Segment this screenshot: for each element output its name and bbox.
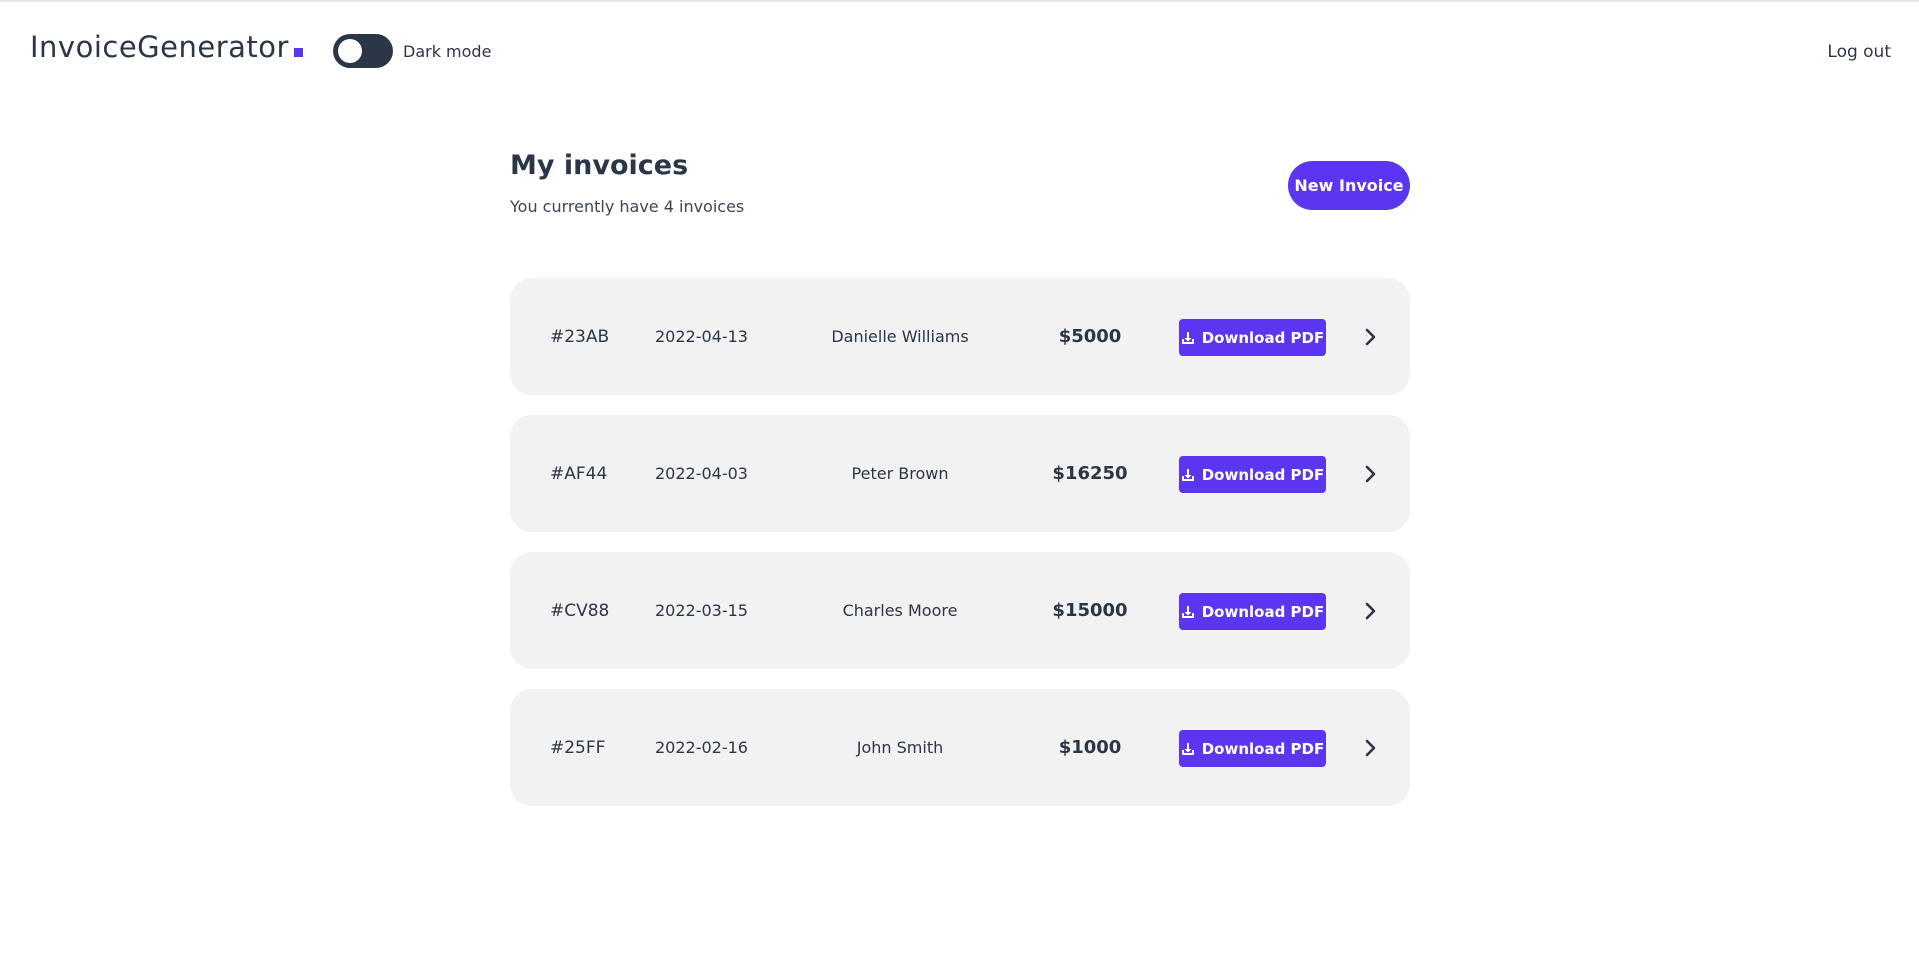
invoice-id: #25FF — [550, 737, 606, 758]
download-icon — [1181, 605, 1195, 619]
invoice-date: 2022-03-15 — [655, 601, 748, 620]
page-title: My invoices — [510, 150, 689, 181]
invoice-amount: $16250 — [1052, 463, 1128, 484]
invoice-id: #AF44 — [550, 463, 608, 484]
invoice-id: #23AB — [550, 326, 610, 347]
invoice-row[interactable]: #AF44 2022-04-03 Peter Brown $16250 Down… — [510, 415, 1410, 532]
download-label: Download PDF — [1201, 602, 1325, 621]
download-pdf-button[interactable]: Download PDF — [1179, 319, 1326, 356]
main-content: My invoices You currently have 4 invoice… — [510, 150, 1410, 806]
invoice-row[interactable]: #23AB 2022-04-13 Danielle Williams $5000… — [510, 278, 1410, 395]
invoice-row[interactable]: #CV88 2022-03-15 Charles Moore $15000 Do… — [510, 552, 1410, 669]
logo[interactable]: InvoiceGenerator — [30, 30, 303, 64]
download-icon — [1181, 468, 1195, 482]
new-invoice-button[interactable]: New Invoice — [1288, 161, 1410, 210]
invoice-id: #CV88 — [550, 600, 610, 621]
dark-mode-toggle[interactable] — [333, 34, 393, 68]
invoice-amount: $1000 — [1058, 737, 1122, 758]
invoice-client: Peter Brown — [851, 464, 949, 483]
download-label: Download PDF — [1201, 465, 1325, 484]
chevron-right-icon[interactable] — [1356, 733, 1386, 763]
invoice-list: #23AB 2022-04-13 Danielle Williams $5000… — [510, 278, 1410, 826]
invoice-client: Charles Moore — [842, 601, 958, 620]
chevron-right-icon[interactable] — [1356, 459, 1386, 489]
invoice-client: Danielle Williams — [831, 327, 969, 346]
logo-text: InvoiceGenerator — [30, 30, 289, 64]
invoice-client: John Smith — [856, 738, 944, 757]
download-pdf-button[interactable]: Download PDF — [1179, 593, 1326, 630]
invoice-date: 2022-04-13 — [655, 327, 748, 346]
download-icon — [1181, 742, 1195, 756]
invoice-date: 2022-04-03 — [655, 464, 748, 483]
header: InvoiceGenerator Dark mode Log out — [0, 2, 1919, 98]
invoice-date: 2022-02-16 — [655, 738, 748, 757]
invoice-amount: $15000 — [1052, 600, 1128, 621]
download-label: Download PDF — [1201, 328, 1325, 347]
invoice-amount: $5000 — [1058, 326, 1122, 347]
dark-mode-label: Dark mode — [403, 42, 492, 61]
download-icon — [1181, 331, 1195, 345]
logo-dot — [293, 48, 303, 57]
invoice-row[interactable]: #25FF 2022-02-16 John Smith $1000 Downlo… — [510, 689, 1410, 806]
logout-link[interactable]: Log out — [1827, 42, 1891, 62]
download-pdf-button[interactable]: Download PDF — [1179, 456, 1326, 493]
download-label: Download PDF — [1201, 739, 1325, 758]
invoice-count-subtitle: You currently have 4 invoices — [510, 197, 745, 216]
download-pdf-button[interactable]: Download PDF — [1179, 730, 1326, 767]
toggle-knob — [338, 39, 362, 63]
chevron-right-icon[interactable] — [1356, 596, 1386, 626]
chevron-right-icon[interactable] — [1356, 322, 1386, 352]
